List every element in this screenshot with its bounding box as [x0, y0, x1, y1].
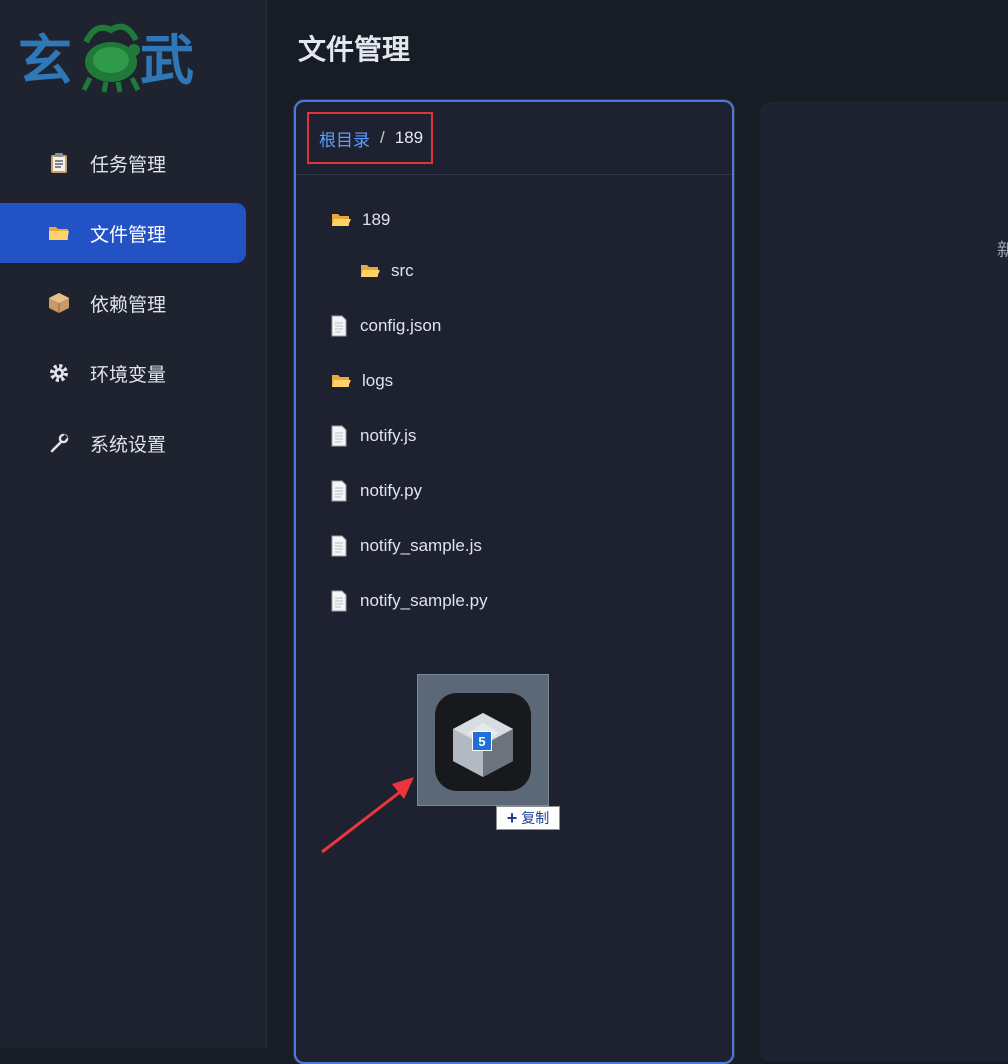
tree-folder-logs[interactable]: logs [330, 366, 393, 396]
tree-item-label: config.json [360, 316, 442, 335]
open-folder-icon [330, 369, 352, 393]
copy-drop-tooltip: + 复制 [496, 806, 560, 830]
app-icon: 5 [435, 693, 531, 791]
open-folder-icon [359, 259, 381, 283]
sidebar-item-label: 环境变量 [90, 364, 167, 386]
gear-icon [48, 362, 70, 384]
wrench-icon [48, 432, 70, 454]
tree-item-label: logs [362, 371, 394, 390]
breadcrumb-separator: / [380, 128, 385, 147]
tree-file-config-json[interactable]: config.json [328, 311, 441, 341]
tree-item-label: notify.js [360, 426, 417, 445]
plus-icon: + [506, 808, 518, 828]
editor-panel: 新 [760, 102, 1008, 1062]
package-icon [48, 292, 70, 314]
sidebar: 玄 武 任务管理 文件管理 依赖管理 环境变量 系统设置 [0, 0, 267, 1048]
file-icon [328, 424, 350, 448]
logo-char-wu: 武 [140, 28, 194, 92]
clipboard-icon [48, 152, 70, 174]
sidebar-item-env-vars[interactable]: 环境变量 [0, 343, 246, 403]
tree-item-label: src [391, 261, 414, 280]
sidebar-item-label: 任务管理 [90, 154, 167, 176]
logo-char-xuan: 玄 [18, 28, 72, 92]
logo-mascot-icon [81, 23, 141, 93]
breadcrumb-current: 189 [394, 128, 424, 147]
tree-folder-src[interactable]: src [359, 256, 414, 286]
panel-divider [296, 174, 732, 175]
sidebar-item-tasks[interactable]: 任务管理 [0, 133, 246, 193]
sidebar-item-label: 依赖管理 [90, 294, 167, 316]
app-logo[interactable]: 玄 武 [18, 12, 198, 94]
file-icon [328, 479, 350, 503]
file-icon [328, 314, 350, 338]
tree-item-label: 189 [362, 210, 391, 229]
copy-label: 复制 [521, 810, 550, 826]
sidebar-item-files[interactable]: 文件管理 [0, 203, 246, 263]
tree-folder-189[interactable]: 189 [330, 205, 390, 235]
editor-hint-text: 新 [997, 240, 1008, 260]
tree-file-notify-sample-py[interactable]: notify_sample.py [328, 586, 488, 616]
tree-item-label: notify.py [360, 481, 423, 500]
tree-file-notify-sample-js[interactable]: notify_sample.js [328, 531, 482, 561]
open-folder-icon [330, 208, 352, 232]
tree-file-notify-js[interactable]: notify.js [328, 421, 416, 451]
drag-preview: 5 [417, 674, 549, 806]
sidebar-item-label: 系统设置 [90, 434, 167, 456]
count-badge-label: 5 [478, 733, 486, 749]
sidebar-item-dependencies[interactable]: 依赖管理 [0, 273, 246, 333]
sidebar-item-settings[interactable]: 系统设置 [0, 413, 246, 473]
breadcrumb-root-link[interactable]: 根目录 [319, 126, 370, 151]
tree-item-label: notify_sample.js [360, 536, 482, 555]
folder-icon [48, 222, 70, 244]
count-badge: 5 [472, 731, 492, 751]
file-tree-panel: 根目录 / 189 189 src config.json logs notif… [294, 100, 734, 1064]
sidebar-item-label: 文件管理 [90, 224, 167, 246]
tree-item-label: notify_sample.py [360, 591, 488, 610]
page-title: 文件管理 [298, 34, 411, 65]
tree-file-notify-py[interactable]: notify.py [328, 476, 422, 506]
breadcrumb: 根目录 / 189 [307, 112, 433, 164]
file-icon [328, 589, 350, 613]
file-icon [328, 534, 350, 558]
